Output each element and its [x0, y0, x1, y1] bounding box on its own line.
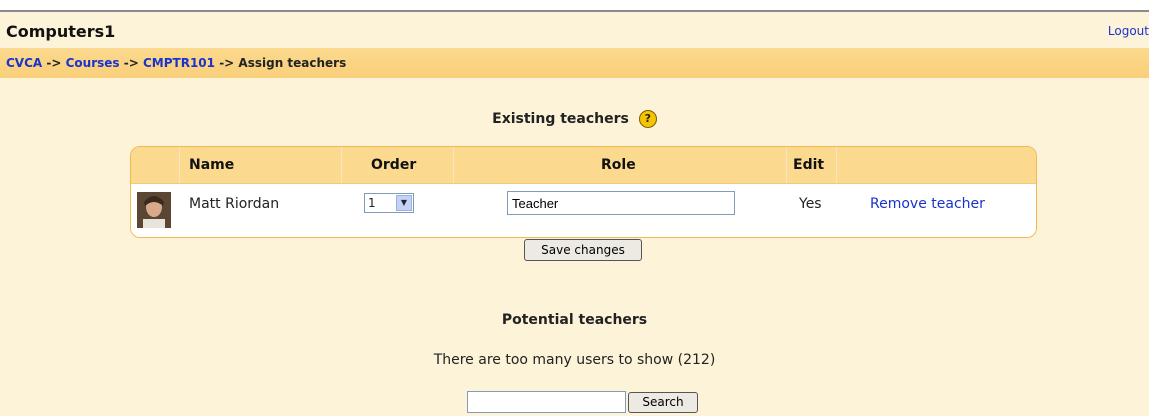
teacher-name: Matt Riordan: [189, 196, 280, 212]
breadcrumb-cvca[interactable]: CVCA: [6, 56, 42, 70]
chevron-down-icon[interactable]: ▼: [396, 195, 412, 211]
remove-teacher-link[interactable]: Remove teacher: [870, 196, 985, 212]
page-header: Computers1 Logout: [0, 12, 1149, 48]
too-many-users-note: There are too many users to show (212): [433, 352, 716, 368]
breadcrumb-separator: ->: [123, 56, 139, 70]
order-select[interactable]: 1 ▼: [364, 193, 414, 213]
navbar: CVCA -> Courses -> CMPTR101 -> Assign te…: [0, 48, 1149, 78]
search-input[interactable]: [467, 391, 626, 413]
site-title: Computers1: [6, 22, 116, 41]
order-value: 1: [368, 196, 376, 210]
breadcrumb-separator: ->: [46, 56, 62, 70]
column-header-role: Role: [601, 157, 636, 173]
breadcrumb: CVCA -> Courses -> CMPTR101 -> Assign te…: [6, 56, 346, 70]
column-divider: [341, 147, 342, 183]
help-icon[interactable]: ?: [638, 110, 657, 128]
logout-link[interactable]: Logout: [1108, 24, 1149, 38]
column-header-edit: Edit: [793, 157, 825, 173]
breadcrumb-course[interactable]: CMPTR101: [143, 56, 215, 70]
existing-teachers-table: Name Order Role Edit Matt Riordan 1 ▼ Ye…: [130, 146, 1037, 238]
column-divider: [786, 147, 787, 183]
breadcrumb-separator: ->: [219, 56, 235, 70]
column-header-order: Order: [371, 157, 417, 173]
column-divider: [836, 147, 837, 183]
role-input[interactable]: [507, 191, 735, 215]
breadcrumb-current: Assign teachers: [238, 56, 347, 70]
edit-value: Yes: [799, 196, 822, 212]
potential-teachers-title: Potential teachers: [501, 312, 648, 328]
save-changes-button[interactable]: Save changes: [524, 239, 642, 261]
user-avatar[interactable]: [137, 192, 171, 228]
breadcrumb-courses[interactable]: Courses: [66, 56, 120, 70]
column-divider: [179, 147, 180, 183]
existing-teachers-heading: Existing teachers?: [0, 110, 1149, 128]
table-row: Matt Riordan 1 ▼ Yes Remove teacher: [131, 184, 1036, 237]
column-divider: [453, 147, 454, 183]
search-button[interactable]: Search: [628, 392, 698, 413]
table-header: Name Order Role Edit: [131, 147, 1036, 184]
top-border: [0, 0, 1149, 12]
column-header-name: Name: [189, 157, 235, 173]
existing-teachers-title: Existing teachers: [492, 111, 629, 127]
